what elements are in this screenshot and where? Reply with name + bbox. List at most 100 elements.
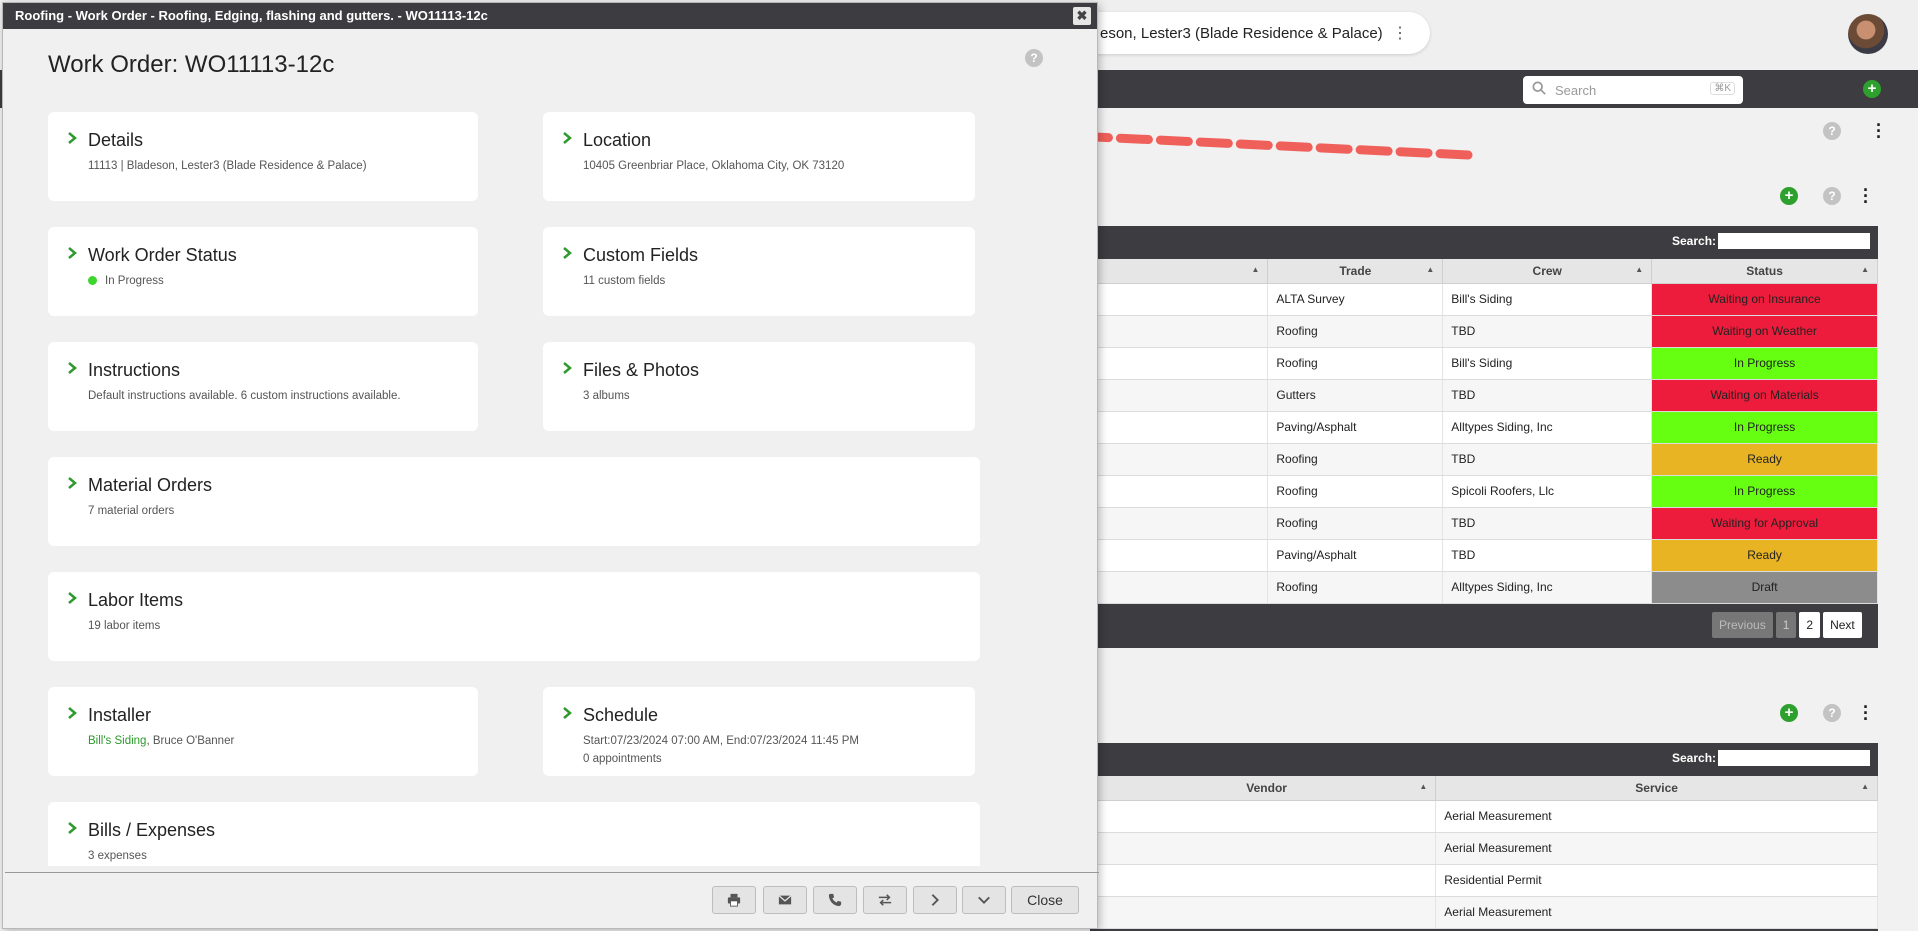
chevron-right-icon <box>563 132 572 144</box>
global-search-input[interactable]: Search ⌘K <box>1523 76 1743 104</box>
table-row[interactable]: Roofing TBD Ready <box>1098 443 1878 476</box>
table-row[interactable]: Roofing Spicoli Roofers, Llc In Progress <box>1098 475 1878 508</box>
cell-service: Aerial Measurement <box>1435 896 1878 929</box>
add-icon[interactable]: + <box>1863 80 1881 98</box>
card-details[interactable]: Details 11113 | Bladeson, Lester3 (Blade… <box>48 112 478 201</box>
card-bills-expenses[interactable]: Bills / Expenses 3 expenses <box>48 802 980 866</box>
card-instructions[interactable]: Instructions Default instructions availa… <box>48 342 478 431</box>
card-title: Material Orders <box>88 475 213 495</box>
page-title: Work Order: WO11113-12c <box>48 51 335 78</box>
card-title: Labor Items <box>88 590 184 610</box>
modal-titlebar: Roofing - Work Order - Roofing, Edging, … <box>3 3 1097 29</box>
help-icon[interactable]: ? <box>1025 49 1043 67</box>
table-row[interactable]: Roofing TBD Waiting on Weather <box>1098 315 1878 348</box>
column-header-status[interactable]: Status ▲ <box>1651 259 1878 284</box>
card-location[interactable]: Location 10405 Greenbriar Place, Oklahom… <box>543 112 975 201</box>
table-row[interactable]: Aerial Measurement <box>1098 832 1878 865</box>
cell-trade: Paving/Asphalt <box>1267 539 1444 572</box>
cell-crew: TBD <box>1442 443 1653 476</box>
table-row[interactable]: Residential Permit <box>1098 864 1878 897</box>
cell-crew: Bill's Siding <box>1442 347 1653 380</box>
pager-page-1[interactable]: 1 <box>1775 612 1797 638</box>
card-title: Custom Fields <box>583 245 699 265</box>
installer-crew-link[interactable]: Bill's Siding <box>88 735 146 747</box>
pager-next-button[interactable]: Next <box>1823 612 1862 638</box>
cell-crew: Alltypes Siding, Inc <box>1442 571 1653 604</box>
close-icon[interactable]: ✖ <box>1073 7 1091 25</box>
customer-context-pill[interactable]: eson, Lester3 (Blade Residence & Palace)… <box>1040 12 1430 54</box>
cell-trade: Roofing <box>1267 347 1444 380</box>
grid-search-label: Search: <box>1672 751 1717 765</box>
cell-trade: Roofing <box>1267 507 1444 540</box>
status-text: In Progress <box>105 275 164 287</box>
cell-service: Aerial Measurement <box>1435 800 1878 833</box>
chevron-right-icon <box>68 707 77 719</box>
installer-person: , Bruce O'Banner <box>146 735 235 747</box>
table-row[interactable]: Aerial Measurement <box>1098 896 1878 929</box>
close-button[interactable]: Close <box>1011 886 1079 914</box>
column-header-crew[interactable]: Crew ▲ <box>1442 259 1653 284</box>
add-service-icon[interactable]: + <box>1780 704 1798 722</box>
column-header-vendor[interactable]: Vendor ▲ <box>1098 776 1437 801</box>
table-row[interactable]: Roofing Alltypes Siding, Inc Draft <box>1098 571 1878 604</box>
swap-arrows-icon <box>878 894 892 906</box>
table-row[interactable]: Aerial Measurement <box>1098 800 1878 833</box>
table-row[interactable]: Paving/Asphalt Alltypes Siding, Inc In Pro… <box>1098 411 1878 444</box>
table-row[interactable]: Roofing Bill's Siding In Progress <box>1098 347 1878 380</box>
cell-trade: ALTA Survey <box>1267 283 1444 316</box>
card-custom-fields[interactable]: Custom Fields 11 custom fields <box>543 227 975 316</box>
more-vertical-icon[interactable]: · · · <box>1863 698 1869 728</box>
card-files-photos[interactable]: Files & Photos 3 albums <box>543 342 975 431</box>
column-header[interactable]: ▲ <box>1098 259 1269 284</box>
table-row[interactable]: Paving/Asphalt TBD Ready <box>1098 539 1878 572</box>
card-work-order-status[interactable]: Work Order Status In Progress <box>48 227 478 316</box>
card-labor-items[interactable]: Labor Items 19 labor items <box>48 572 980 661</box>
call-button[interactable] <box>813 886 857 914</box>
table-row[interactable]: ALTA Survey Bill's Siding Waiting on Insur… <box>1098 283 1878 316</box>
card-title: Details <box>88 130 144 150</box>
help-icon[interactable]: ? <box>1823 704 1841 722</box>
next-button[interactable] <box>913 886 957 914</box>
cell-trade: Roofing <box>1267 443 1444 476</box>
card-installer[interactable]: Installer Bill's Siding, Bruce O'Banner <box>48 687 478 776</box>
card-subtitle: Bill's Siding, Bruce O'Banner <box>88 735 234 747</box>
table-row[interactable]: Roofing TBD Waiting for Approval <box>1098 507 1878 540</box>
column-header-service[interactable]: Service ▲ <box>1435 776 1878 801</box>
card-schedule[interactable]: Schedule Start:07/23/2024 07:00 AM, End:… <box>543 687 975 776</box>
grid-search-input[interactable] <box>1718 233 1870 249</box>
help-icon[interactable]: ? <box>1823 122 1841 140</box>
cell-trade: Roofing <box>1267 315 1444 348</box>
footer-divider <box>5 872 1099 873</box>
pager-previous-button[interactable]: Previous <box>1712 612 1773 638</box>
card-subtitle: 19 labor items <box>88 620 161 632</box>
help-icon[interactable]: ? <box>1823 187 1841 205</box>
cell-blank <box>1098 539 1269 572</box>
phone-icon <box>828 893 842 907</box>
card-subtitle: 10405 Greenbriar Place, Oklahoma City, O… <box>583 160 845 172</box>
print-button[interactable] <box>712 886 756 914</box>
cell-crew: TBD <box>1442 379 1653 412</box>
pager-page-2[interactable]: 2 <box>1799 612 1821 638</box>
search-shortcut: ⌘K <box>1710 82 1735 95</box>
cell-blank <box>1098 347 1269 380</box>
email-button[interactable] <box>763 886 807 914</box>
cell-vendor <box>1098 896 1437 929</box>
cell-crew: TBD <box>1442 507 1653 540</box>
card-subtitle-secondary: 0 appointments <box>583 753 662 765</box>
user-avatar[interactable] <box>1848 14 1888 54</box>
grid-search-input[interactable] <box>1718 750 1870 766</box>
cell-trade: Gutters <box>1267 379 1444 412</box>
add-work-order-icon[interactable]: + <box>1780 187 1798 205</box>
more-vertical-icon[interactable]: · · · <box>1876 116 1882 146</box>
chevron-right-icon <box>563 247 572 259</box>
status-badge: Waiting on Insurance <box>1651 283 1878 316</box>
expand-button[interactable] <box>962 886 1006 914</box>
table-row[interactable]: Gutters TBD Waiting on Materials <box>1098 379 1878 412</box>
card-subtitle: 11113 | Bladeson, Lester3 (Blade Residen… <box>88 160 367 172</box>
grid-search-label: Search: <box>1672 234 1717 248</box>
card-material-orders[interactable]: Material Orders 7 material orders <box>48 457 980 546</box>
transfer-button[interactable] <box>863 886 907 914</box>
context-more-icon[interactable]: ⋮ <box>1392 23 1408 43</box>
more-vertical-icon[interactable]: · · · <box>1863 181 1869 211</box>
column-header-trade[interactable]: Trade ▲ <box>1267 259 1444 284</box>
